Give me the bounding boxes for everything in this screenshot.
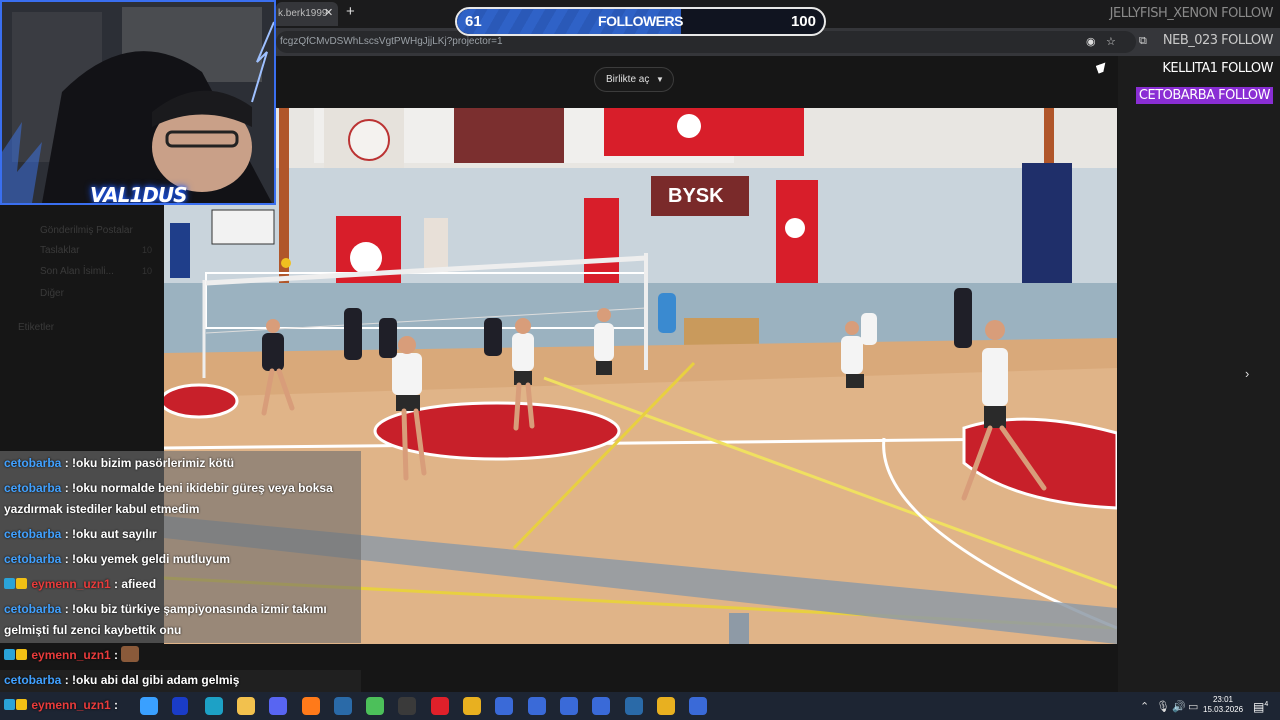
subscriber-badge-icon: [4, 649, 15, 660]
chat-username: cetobarba: [4, 527, 62, 541]
chat-username: cetobarba: [4, 602, 62, 616]
chat-message: cetobarba : !oku bizim pasörlerimiz kötü: [4, 453, 364, 474]
crown-badge-icon: [16, 578, 27, 589]
mail-sidebar: Gönderilmiş Postalar Taslaklar 10 Son Al…: [0, 200, 164, 440]
microphone-icon[interactable]: 🎙: [1156, 700, 1170, 713]
app-icon[interactable]: [527, 697, 546, 715]
subscriber-badge-icon: [4, 578, 15, 589]
extensions-icon[interactable]: ⧉: [1139, 35, 1147, 48]
volume-icon[interactable]: 🔊: [1172, 700, 1186, 713]
notification-count: 4: [1264, 701, 1269, 708]
steam-icon[interactable]: [624, 697, 643, 715]
chat-username: cetobarba: [4, 673, 62, 687]
right-panel: [1118, 56, 1280, 692]
chat-text: : !oku yemek geldi mutluyum: [64, 552, 231, 566]
streamer-webcam-image: [2, 2, 274, 203]
tray-overflow-icon[interactable]: ⌃: [1140, 700, 1149, 713]
chat-message: eymenn_uzn1 :: [4, 645, 364, 666]
follower-goal-target: 100: [790, 13, 816, 30]
chat-username: cetobarba: [4, 456, 62, 470]
close-tab-icon[interactable]: ✕: [324, 6, 333, 19]
chat-username: cetobarba: [4, 552, 62, 566]
sidebar-item-sent[interactable]: Gönderilmiş Postalar: [40, 225, 133, 236]
subscriber-badge-icon: [4, 699, 15, 710]
caret-down-icon: ▼: [656, 75, 664, 84]
chat-text: : afieed: [114, 577, 157, 591]
clock-time: 23:01: [1212, 695, 1234, 704]
follow-alert: JELLYFISH_XENON FOLLOW: [1109, 6, 1274, 21]
chat-message: eymenn_uzn1 : afieed: [4, 574, 364, 595]
open-together-label: Birlikte aç: [606, 74, 650, 85]
chat-text: :: [114, 698, 119, 712]
sidebar-item-other[interactable]: Diğer: [40, 288, 64, 299]
taskbar-clock[interactable]: 23:01 15.03.2026: [1203, 695, 1243, 715]
chat-message: cetobarba : !oku yemek geldi mutluyum: [4, 549, 364, 570]
app-icon[interactable]: [689, 697, 708, 715]
star-icon[interactable]: ☆: [1106, 35, 1116, 48]
chat-username: eymenn_uzn1: [31, 698, 111, 712]
clock-date: 15.03.2026: [1203, 705, 1244, 714]
chat-text: : !oku bizim pasörlerimiz kötü: [64, 456, 235, 470]
sidebar-item-drafts[interactable]: Taslaklar: [40, 245, 79, 256]
chat-text: :: [114, 648, 119, 662]
open-together-button[interactable]: Birlikte aç ▼: [594, 67, 674, 92]
sidebar-count: 10: [142, 266, 153, 276]
chat-message: cetobarba : !oku biz türkiye şampiyonası…: [4, 599, 364, 641]
chat-message: eymenn_uzn1 :: [4, 695, 364, 716]
follower-goal-label: FOLLOWERS: [598, 13, 683, 29]
sidebar-item-labels[interactable]: Etiketler: [18, 322, 54, 333]
chat-message: cetobarba : !oku normalde beni ikidebir …: [4, 478, 364, 520]
chat-username: eymenn_uzn1: [31, 648, 111, 662]
app-icon[interactable]: [592, 697, 611, 715]
obs-icon[interactable]: [398, 697, 417, 715]
network-icon[interactable]: ▭: [1188, 700, 1198, 713]
url-text: fcgzQfCMvDSWhLscsVgtPWHgJjjLKj?projector…: [280, 36, 503, 47]
sidebar-item-recent[interactable]: Son Alan İsimli...: [40, 266, 114, 277]
vpn-icon[interactable]: [366, 697, 385, 715]
streamer-name: VAL1DUS: [90, 183, 188, 205]
crown-badge-icon: [16, 649, 27, 660]
chat-username: eymenn_uzn1: [31, 577, 111, 591]
follow-alert: NEB_023 FOLLOW: [1162, 33, 1274, 48]
opera-icon[interactable]: [430, 697, 449, 715]
sidebar-count: 10: [142, 245, 153, 255]
chrome-icon[interactable]: [656, 697, 675, 715]
tab-title: k.berk1999: [278, 8, 328, 19]
app-icon[interactable]: [559, 697, 578, 715]
webcam-overlay: VAL1DUS: [0, 0, 276, 205]
chat-username: cetobarba: [4, 481, 62, 495]
next-arrow-icon[interactable]: ›: [1245, 366, 1249, 381]
app-icon[interactable]: [495, 697, 514, 715]
chat-text: : !oku abi dal gibi adam gelmiş: [64, 673, 240, 687]
crown-badge-icon: [16, 699, 27, 710]
emote-icon: [121, 646, 140, 662]
follow-alert: KELLITA1 FOLLOW: [1162, 61, 1273, 76]
chat-message: cetobarba : !oku abi dal gibi adam gelmi…: [4, 670, 364, 691]
screen: k.berk1999 ✕ + fcgzQfCMvDSWhLscsVgtPWHgJ…: [0, 0, 1280, 720]
eye-icon[interactable]: ◉: [1086, 35, 1096, 48]
chat-message: cetobarba : !oku aut sayılır: [4, 524, 364, 545]
new-tab-icon[interactable]: +: [346, 3, 355, 20]
chat-text: : !oku aut sayılır: [64, 527, 157, 541]
follow-alert: CETOBARBA FOLLOW: [1135, 87, 1273, 104]
follower-goal-bar: 61 FOLLOWERS 100: [455, 7, 826, 36]
notification-icon[interactable]: ▤4: [1253, 700, 1268, 714]
banner-text: BYSK: [668, 185, 724, 207]
chrome-icon[interactable]: [463, 697, 481, 715]
